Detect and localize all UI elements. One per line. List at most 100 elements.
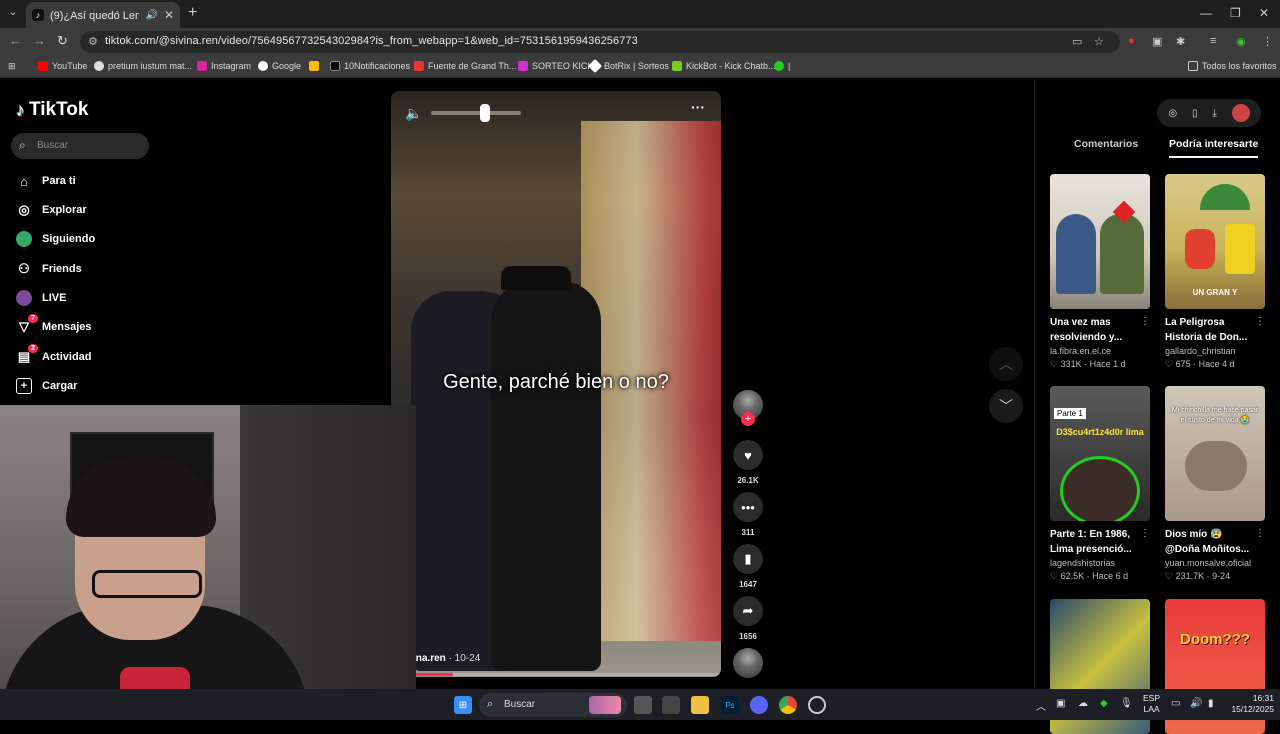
apps-icon[interactable]: ⊞ [8, 61, 16, 72]
follow-plus-icon[interactable]: + [741, 412, 755, 426]
restore-icon[interactable]: ❐ [1230, 6, 1241, 20]
nav-live[interactable]: LIVE [16, 290, 66, 306]
nav-para-ti[interactable]: ⌂ Para ti [16, 173, 76, 189]
bookmark-sorteo-kick[interactable]: SORTEO KICK [518, 61, 593, 71]
bookmark-x[interactable]: 10Notificaciones [330, 61, 410, 71]
battery-icon[interactable]: ▮ [1208, 698, 1214, 709]
address-bar[interactable]: ⚙ tiktok.com/@sivina.ren/video/756495677… [80, 31, 1120, 53]
close-window-icon[interactable]: ✕ [1259, 6, 1269, 20]
forward-icon[interactable]: → [33, 33, 46, 48]
extension-icon[interactable]: ▣ [1152, 35, 1162, 48]
save-button[interactable]: ▮ 1647 [733, 544, 763, 589]
tray-app-icon[interactable]: ▣ [1056, 698, 1065, 709]
close-tab-icon[interactable]: ✕ [164, 8, 174, 22]
bookmark-google[interactable]: Google [258, 61, 301, 71]
nav-actividad[interactable]: ▤ 2 Actividad [16, 344, 92, 365]
nav-cargar[interactable]: + Cargar [16, 378, 77, 394]
reload-icon[interactable]: ↻ [57, 33, 68, 49]
video-progress-bar[interactable] [416, 673, 721, 676]
back-icon[interactable]: ← [9, 33, 22, 48]
new-tab-icon[interactable]: + [188, 4, 197, 22]
photoshop-icon[interactable]: Ps [721, 696, 739, 714]
video-player[interactable]: Gente, parché bien o no? 🔈 ··· ina.ren ·… [391, 91, 721, 677]
start-windows-icon[interactable]: ⊞ [454, 696, 472, 714]
bookmark-label: KickBot - Kick Chatb... [686, 61, 776, 71]
nav-mensajes[interactable]: ▽ 7 Mensajes [16, 314, 92, 335]
all-bookmarks[interactable]: Todos los favoritos [1188, 61, 1277, 71]
share-button[interactable]: ➦ 1656 [733, 596, 763, 641]
tray-shield-icon[interactable]: ◆ [1100, 698, 1108, 709]
bookmark-kickbot[interactable]: KickBot - Kick Chatb... [672, 61, 776, 71]
card-more-icon[interactable]: ⋮ [1140, 316, 1150, 327]
card-user: la.fibra.en.el.ce [1050, 346, 1112, 356]
site-info-icon[interactable]: ⚙ [88, 35, 98, 48]
extensions-puzzle-icon[interactable]: ✱ [1176, 35, 1185, 48]
video-card[interactable]: Mi chinchilla me hace pasar el susto de … [1165, 386, 1265, 582]
like-button[interactable]: ♥ 26.1K [733, 440, 763, 485]
task-view-icon[interactable] [634, 696, 652, 714]
volume-icon[interactable]: 🔈 [405, 105, 422, 122]
diamond-icon [587, 58, 603, 74]
taskbar-clock[interactable]: 16:31 15/12/2025 [1228, 693, 1274, 715]
bookmark-gta[interactable]: Fuente de Grand Th... [414, 61, 516, 71]
explore-compass-icon[interactable]: ◎ [1168, 108, 1177, 119]
volume-slider-knob[interactable] [480, 104, 490, 122]
nav-friends[interactable]: ⚇ Friends [16, 261, 82, 277]
tray-cloud-icon[interactable]: ☁ [1078, 698, 1088, 709]
media-control-icon[interactable]: ≡ [1210, 35, 1216, 47]
chrome-icon[interactable] [779, 696, 797, 714]
app-icon[interactable] [662, 696, 680, 714]
mobile-icon[interactable]: ▯ [1192, 108, 1198, 119]
bookmark-instagram[interactable]: Instagram [197, 61, 251, 71]
nav-siguiendo[interactable]: Siguiendo [16, 231, 95, 247]
video-card[interactable]: UN GRAN Y La Peligrosa Historia de Don..… [1165, 174, 1265, 370]
tab-audio-icon[interactable]: 🔊 [145, 10, 157, 21]
search-input[interactable]: ⌕ Buscar [11, 133, 149, 159]
sound-disc[interactable] [733, 648, 763, 678]
file-explorer-icon[interactable] [691, 696, 709, 714]
language-indicator[interactable]: ESP LAA [1143, 693, 1160, 715]
bookmark-extra[interactable]: | [774, 61, 790, 71]
tab-comentarios[interactable]: Comentarios [1074, 138, 1138, 150]
more-options-icon[interactable]: ··· [691, 99, 705, 115]
video-card[interactable]: Una vez mas resolviendo y... la.fibra.en… [1050, 174, 1150, 370]
tray-chevron-icon[interactable]: ︿ [1036, 698, 1046, 713]
user-avatar[interactable] [1231, 104, 1250, 122]
video-author[interactable]: ina.ren · 10-24 [413, 653, 480, 664]
pinwheel-icon[interactable] [309, 61, 323, 71]
bookmark-botrix[interactable]: BotRix | Sorteos [587, 58, 669, 74]
comment-button[interactable]: ••• 311 [733, 492, 763, 537]
bookmark-label: Fuente de Grand Th... [428, 61, 517, 71]
previous-video-button[interactable]: ︿ [989, 347, 1023, 381]
windows-taskbar: ⊞ ⌕ Buscar Ps ︿ ▣ ☁ ◆ 🎙 ESP LAA ▭ 🔊 ▮ 16:… [0, 689, 1280, 720]
bookmark-star-icon[interactable]: ☆ [1094, 35, 1104, 48]
video-date: · 10-24 [448, 653, 481, 664]
creator-avatar[interactable]: + [733, 390, 763, 426]
bookmark-youtube[interactable]: YouTube [38, 61, 87, 71]
card-more-icon[interactable]: ⋮ [1255, 528, 1265, 539]
network-icon[interactable]: ▭ [1171, 698, 1180, 709]
next-video-button[interactable]: ﹀ [989, 389, 1023, 423]
browser-tab[interactable]: ♪ (9)¿Así quedó Lemon Pay? 🍋 🔊 ✕ [26, 2, 180, 28]
profile-icon[interactable]: ◉ [1236, 35, 1246, 48]
video-progress-fill [416, 673, 453, 676]
minimize-icon[interactable]: — [1200, 6, 1212, 20]
app-circle-icon[interactable] [808, 696, 826, 714]
cast-icon[interactable]: ▭ [1072, 35, 1082, 48]
card-more-icon[interactable]: ⋮ [1255, 316, 1265, 327]
tray-mic-icon[interactable]: 🎙 [1120, 698, 1133, 709]
nav-explorar[interactable]: ◎ Explorar [16, 202, 86, 218]
volume-slider[interactable] [431, 111, 521, 115]
download-icon[interactable]: ⤓ [1212, 108, 1216, 119]
card-more-icon[interactable]: ⋮ [1140, 528, 1150, 539]
browser-menu-icon[interactable]: ⋮ [1262, 35, 1273, 48]
tab-search-icon[interactable]: ⌄ [6, 6, 20, 20]
taskbar-search[interactable]: ⌕ Buscar [479, 693, 627, 717]
bookmark-pretium[interactable]: pretium iustum mat... [94, 61, 192, 71]
volume-tray-icon[interactable]: 🔊 [1190, 698, 1202, 709]
discord-icon[interactable] [750, 696, 768, 714]
video-card[interactable]: Parte 1 D3$cu4rt1z4d0r lima Parte 1: En … [1050, 386, 1150, 582]
tab-podria-interesarte[interactable]: Podría interesarte [1169, 138, 1259, 158]
tiktok-logo[interactable]: ♪ TikTok [16, 99, 88, 121]
extension-red-icon[interactable]: ● [1128, 35, 1135, 47]
